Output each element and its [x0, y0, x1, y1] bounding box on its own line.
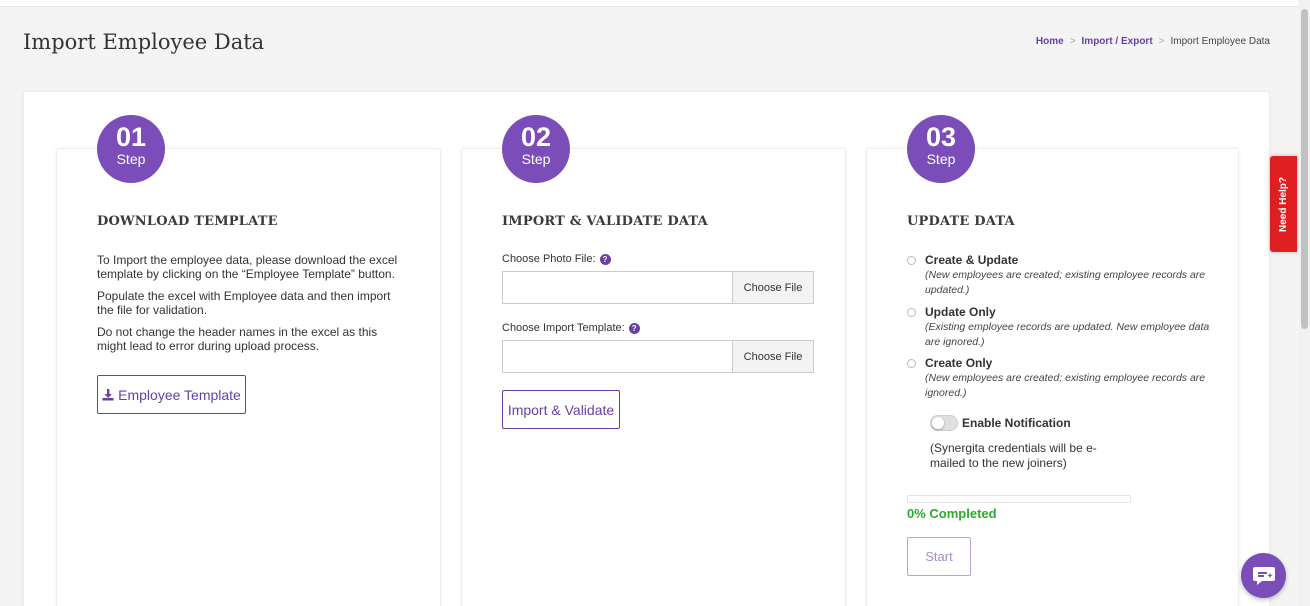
notification-toggle[interactable] [930, 415, 958, 431]
progress-text: 0% Completed [907, 506, 997, 521]
breadcrumb-import-export[interactable]: Import / Export [1082, 36, 1153, 47]
card-title: DOWNLOAD TEMPLATE [97, 214, 278, 229]
breadcrumb-separator: > [1158, 36, 1165, 47]
import-validate-button[interactable]: Import & Validate [502, 390, 620, 429]
import-template-label-text: Choose Import Template: [502, 322, 625, 334]
step-card-update-data: 03 Step UPDATE DATA Create & Update (New… [866, 115, 1239, 606]
option-label: Create Only [925, 356, 993, 370]
photo-file-label: Choose Photo File: ? [502, 253, 611, 265]
help-icon[interactable]: ? [599, 253, 611, 265]
top-bar [0, 0, 1298, 7]
breadcrumb-separator: > [1069, 36, 1076, 47]
download-icon [102, 388, 114, 400]
step-badge: 02 Step [502, 115, 570, 183]
import-template-label: Choose Import Template: ? [502, 322, 640, 334]
scrollbar-thumb[interactable] [1301, 9, 1308, 329]
breadcrumb-home[interactable]: Home [1036, 36, 1064, 47]
step-number: 03 [925, 122, 957, 152]
step-badge: 01 Step [97, 115, 165, 183]
help-icon[interactable]: ? [628, 322, 640, 334]
option-create-update[interactable]: Create & Update (New employees are creat… [907, 253, 1210, 298]
scrollbar[interactable] [1299, 0, 1310, 606]
page-title: Import Employee Data [23, 30, 265, 54]
instruction-text: Populate the excel with Employee data an… [97, 289, 391, 317]
employee-template-button[interactable]: Employee Template [97, 375, 246, 414]
card-title: IMPORT & VALIDATE DATA [502, 214, 708, 229]
card-title: UPDATE DATA [907, 214, 1015, 229]
start-button[interactable]: Start [907, 537, 971, 576]
instructions: To Import the employee data, please down… [97, 253, 407, 361]
step-label: Step [926, 151, 956, 167]
breadcrumb-current: Import Employee Data [1170, 36, 1271, 47]
toggle-knob [932, 417, 944, 429]
import-wizard-container: 01 Step DOWNLOAD TEMPLATE To Import the … [23, 91, 1270, 606]
instruction-text: To Import the employee data, please down… [97, 253, 398, 281]
breadcrumb: Home > Import / Export > Import Employee… [1036, 36, 1270, 47]
radio-button[interactable] [907, 359, 916, 368]
need-help-tab[interactable]: Need Help? [1270, 156, 1297, 252]
step-label: Step [116, 151, 146, 167]
notification-row: Enable Notification [930, 415, 1071, 431]
employee-template-label: Employee Template [118, 386, 241, 403]
photo-file-path[interactable] [503, 272, 732, 303]
option-update-only[interactable]: Update Only (Existing employee records a… [907, 305, 1210, 350]
need-help-label: Need Help? [1278, 176, 1290, 232]
chat-button[interactable] [1241, 553, 1286, 598]
step-number: 02 [520, 122, 552, 152]
photo-file-label-text: Choose Photo File: [502, 253, 596, 265]
import-choose-file-button[interactable]: Choose File [732, 341, 813, 372]
notification-note: (Synergita credentials will be e-mailed … [930, 441, 1097, 470]
step-number: 01 [115, 122, 147, 152]
step-card-download-template: 01 Step DOWNLOAD TEMPLATE To Import the … [56, 115, 441, 606]
import-template-input[interactable]: Choose File [502, 340, 814, 373]
step-card-import-validate: 02 Step IMPORT & VALIDATE DATA Choose Ph… [461, 115, 846, 606]
step-label: Step [521, 151, 551, 167]
option-label: Update Only [925, 305, 996, 319]
photo-choose-file-button[interactable]: Choose File [732, 272, 813, 303]
option-description: (New employees are created; existing emp… [925, 269, 1206, 296]
instruction-text: Do not change the header names in the ex… [97, 325, 378, 353]
option-create-only[interactable]: Create Only (New employees are created; … [907, 356, 1210, 401]
chat-icon [1252, 566, 1275, 585]
step-badge: 03 Step [907, 115, 975, 183]
option-description: (Existing employee records are updated. … [925, 321, 1210, 348]
import-template-path[interactable] [503, 341, 732, 372]
option-label: Create & Update [925, 253, 1019, 267]
photo-file-input[interactable]: Choose File [502, 271, 814, 304]
radio-button[interactable] [907, 308, 916, 317]
radio-button[interactable] [907, 256, 916, 265]
notification-label: Enable Notification [962, 416, 1071, 430]
option-description: (New employees are created; existing emp… [925, 372, 1206, 399]
progress-bar [907, 495, 1131, 503]
